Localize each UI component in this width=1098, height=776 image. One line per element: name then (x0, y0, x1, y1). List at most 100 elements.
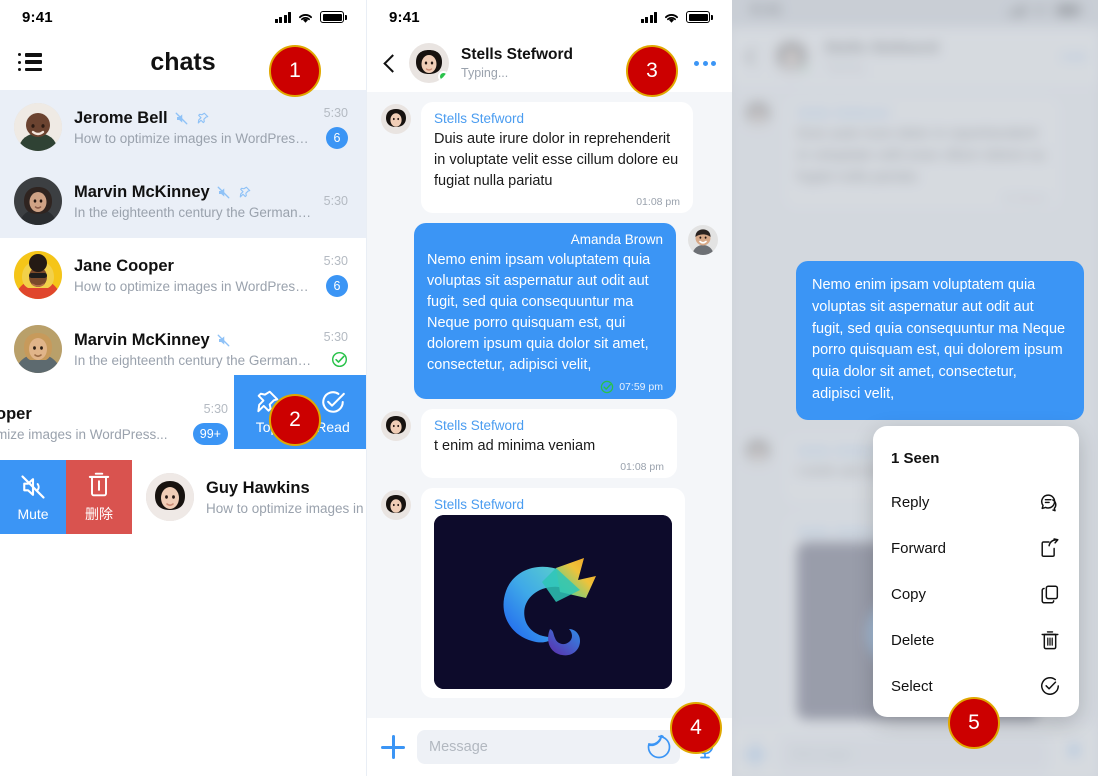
avatar (381, 104, 411, 134)
avatar (381, 411, 411, 442)
chat-list-item[interactable]: Jerome Bell How to optimize images in Wo… (0, 90, 366, 164)
chat-item-top: Jane Cooper (74, 257, 312, 276)
chat-item-top: Marvin McKinney (74, 331, 312, 350)
context-menu-label: Copy (891, 585, 927, 603)
battery-icon (686, 11, 713, 23)
chat-item-meta: 5:30 6 (324, 254, 348, 297)
swipe-action-label: 删除 (85, 505, 113, 522)
chat-item-content: Marvin McKinney In the eighteenth centur… (74, 331, 312, 368)
swipe-action-label: Read (316, 419, 350, 435)
unread-badge: 6 (326, 126, 348, 149)
avatar[interactable] (409, 43, 449, 83)
cellular-signal-icon (640, 11, 657, 23)
mute-icon (217, 334, 230, 346)
step-number: 1 (289, 59, 301, 82)
chat-item-content: oper mize images in WordPress... (0, 405, 181, 442)
avatar (14, 325, 62, 373)
chat-preview: How to optimize images in W (206, 500, 366, 516)
chat-list-item-swiped[interactable]: Mute 删除 Guy Hawkins How to optimize imag… (0, 460, 366, 534)
chat-preview: mize images in WordPress... (0, 426, 168, 442)
unread-badge: 99+ (192, 422, 228, 445)
list-menu-icon[interactable] (18, 53, 42, 71)
chat-list: Jerome Bell How to optimize images in Wo… (0, 90, 366, 534)
message-time: 01:08 pm (620, 461, 664, 474)
context-menu: 1 Seen Reply Forward Copy Delete Select (873, 426, 1079, 717)
unread-badge: 6 (326, 274, 348, 297)
context-menu-item-reply[interactable]: Reply (873, 479, 1079, 525)
read-receipt-icon (600, 380, 614, 394)
chat-item-meta: 5:30 (324, 330, 348, 368)
chat-item-meta: 5:30 6 (324, 106, 348, 149)
back-chevron-icon[interactable] (383, 53, 397, 73)
chat-item-meta: 5:30 (324, 194, 348, 208)
chat-preview: How to optimize images in WordPress for.… (74, 278, 312, 294)
online-status-dot (438, 71, 449, 82)
cellular-signal-icon (274, 11, 291, 23)
message-bubble-image[interactable]: Stells Stefword (421, 488, 685, 699)
swipe-action-delete[interactable]: 删除 (66, 460, 132, 534)
chat-item-content: Jerome Bell How to optimize images in Wo… (74, 109, 312, 146)
swipe-action-mute[interactable]: Mute (0, 460, 66, 534)
context-menu-label: Select (891, 677, 933, 695)
chat-preview: In the eighteenth century the German phi… (74, 204, 312, 220)
context-menu-item-delete[interactable]: Delete (873, 617, 1079, 663)
contact-status: Typing... (461, 66, 509, 80)
avatar (688, 225, 718, 256)
status-bar: 9:41 (367, 0, 732, 34)
message-time: 07:59 pm (619, 381, 663, 394)
chat-item-top: Guy Hawkins (206, 479, 348, 498)
highlighted-message-bubble[interactable]: Nemo enim ipsam voluptatem quia voluptas… (796, 261, 1084, 420)
forward-icon (1041, 538, 1059, 557)
message-sender: Stells Stefword (434, 111, 525, 126)
message-input-placeholder: Message (429, 739, 488, 755)
chat-time: 5:30 (323, 330, 348, 344)
message-sender: Stells Stefword (434, 497, 525, 513)
check-circle-icon (322, 391, 345, 413)
check-circle-icon (1041, 677, 1059, 695)
step-number: 5 (968, 711, 980, 734)
message-text: Duis aute irure dolor in reprehenderit i… (434, 131, 679, 190)
context-menu-item-forward[interactable]: Forward (873, 525, 1079, 571)
chat-list-item[interactable]: Marvin McKinney In the eighteenth centur… (0, 164, 366, 238)
message-input[interactable]: Message (417, 730, 680, 764)
seen-count-label[interactable]: 1 Seen (873, 432, 1079, 479)
message-bubble-incoming[interactable]: Stells Stefword Duis aute irure dolor in… (421, 102, 693, 214)
chat-item-top: Marvin McKinney (74, 183, 312, 202)
mute-icon (217, 186, 230, 198)
trash-icon (1041, 631, 1059, 650)
status-time: 9:41 (389, 8, 420, 26)
battery-icon (320, 11, 347, 23)
chat-item-content: Marvin McKinney In the eighteenth centur… (74, 183, 312, 220)
step-badge-2: 2 (269, 394, 321, 446)
chat-item-meta: 5:30 99+ (192, 401, 228, 445)
plus-icon[interactable] (381, 735, 405, 759)
sticker-icon[interactable] (646, 734, 672, 760)
chat-name: Marvin McKinney (74, 330, 210, 349)
chat-time: 5:30 (203, 401, 228, 416)
step-badge-1: 1 (269, 45, 321, 97)
step-badge-4: 4 (670, 702, 722, 754)
message-bubble-incoming[interactable]: Stells Stefword t enim ad minima veniam … (421, 409, 677, 479)
step-badge-5: 5 (948, 697, 1000, 749)
context-menu-label: Reply (891, 493, 930, 511)
message-footer: 01:08 pm (434, 461, 664, 473)
reply-icon (1041, 494, 1057, 512)
swipe-actions-left: Mute 删除 (0, 460, 132, 534)
message-footer: 01:08 pm (434, 196, 680, 208)
pin-icon (239, 186, 251, 197)
chat-list-item[interactable]: Jane Cooper How to optimize images in Wo… (0, 238, 366, 312)
message-text: Nemo enim ipsam voluptatem quia voluptas… (812, 277, 1066, 402)
message-context-menu-screen: 9:41 (732, 0, 1098, 776)
message-bubble-outgoing[interactable]: Amanda Brown Nemo enim ipsam voluptatem … (414, 223, 676, 400)
chat-name: oper (0, 404, 32, 423)
message-footer: 07:59 pm (427, 380, 663, 394)
avatar (14, 103, 62, 151)
chat-time: 5:30 (323, 105, 348, 120)
copy-icon (1041, 585, 1059, 604)
chameleon-logo-image[interactable] (434, 515, 672, 690)
more-dots-icon[interactable] (694, 60, 716, 66)
message-list: Stells Stefword Duis aute irure dolor in… (367, 92, 732, 718)
chat-name: Jerome Bell (74, 108, 168, 127)
context-menu-item-copy[interactable]: Copy (873, 571, 1079, 617)
chat-item-content: Guy Hawkins How to optimize images in W (206, 479, 366, 516)
